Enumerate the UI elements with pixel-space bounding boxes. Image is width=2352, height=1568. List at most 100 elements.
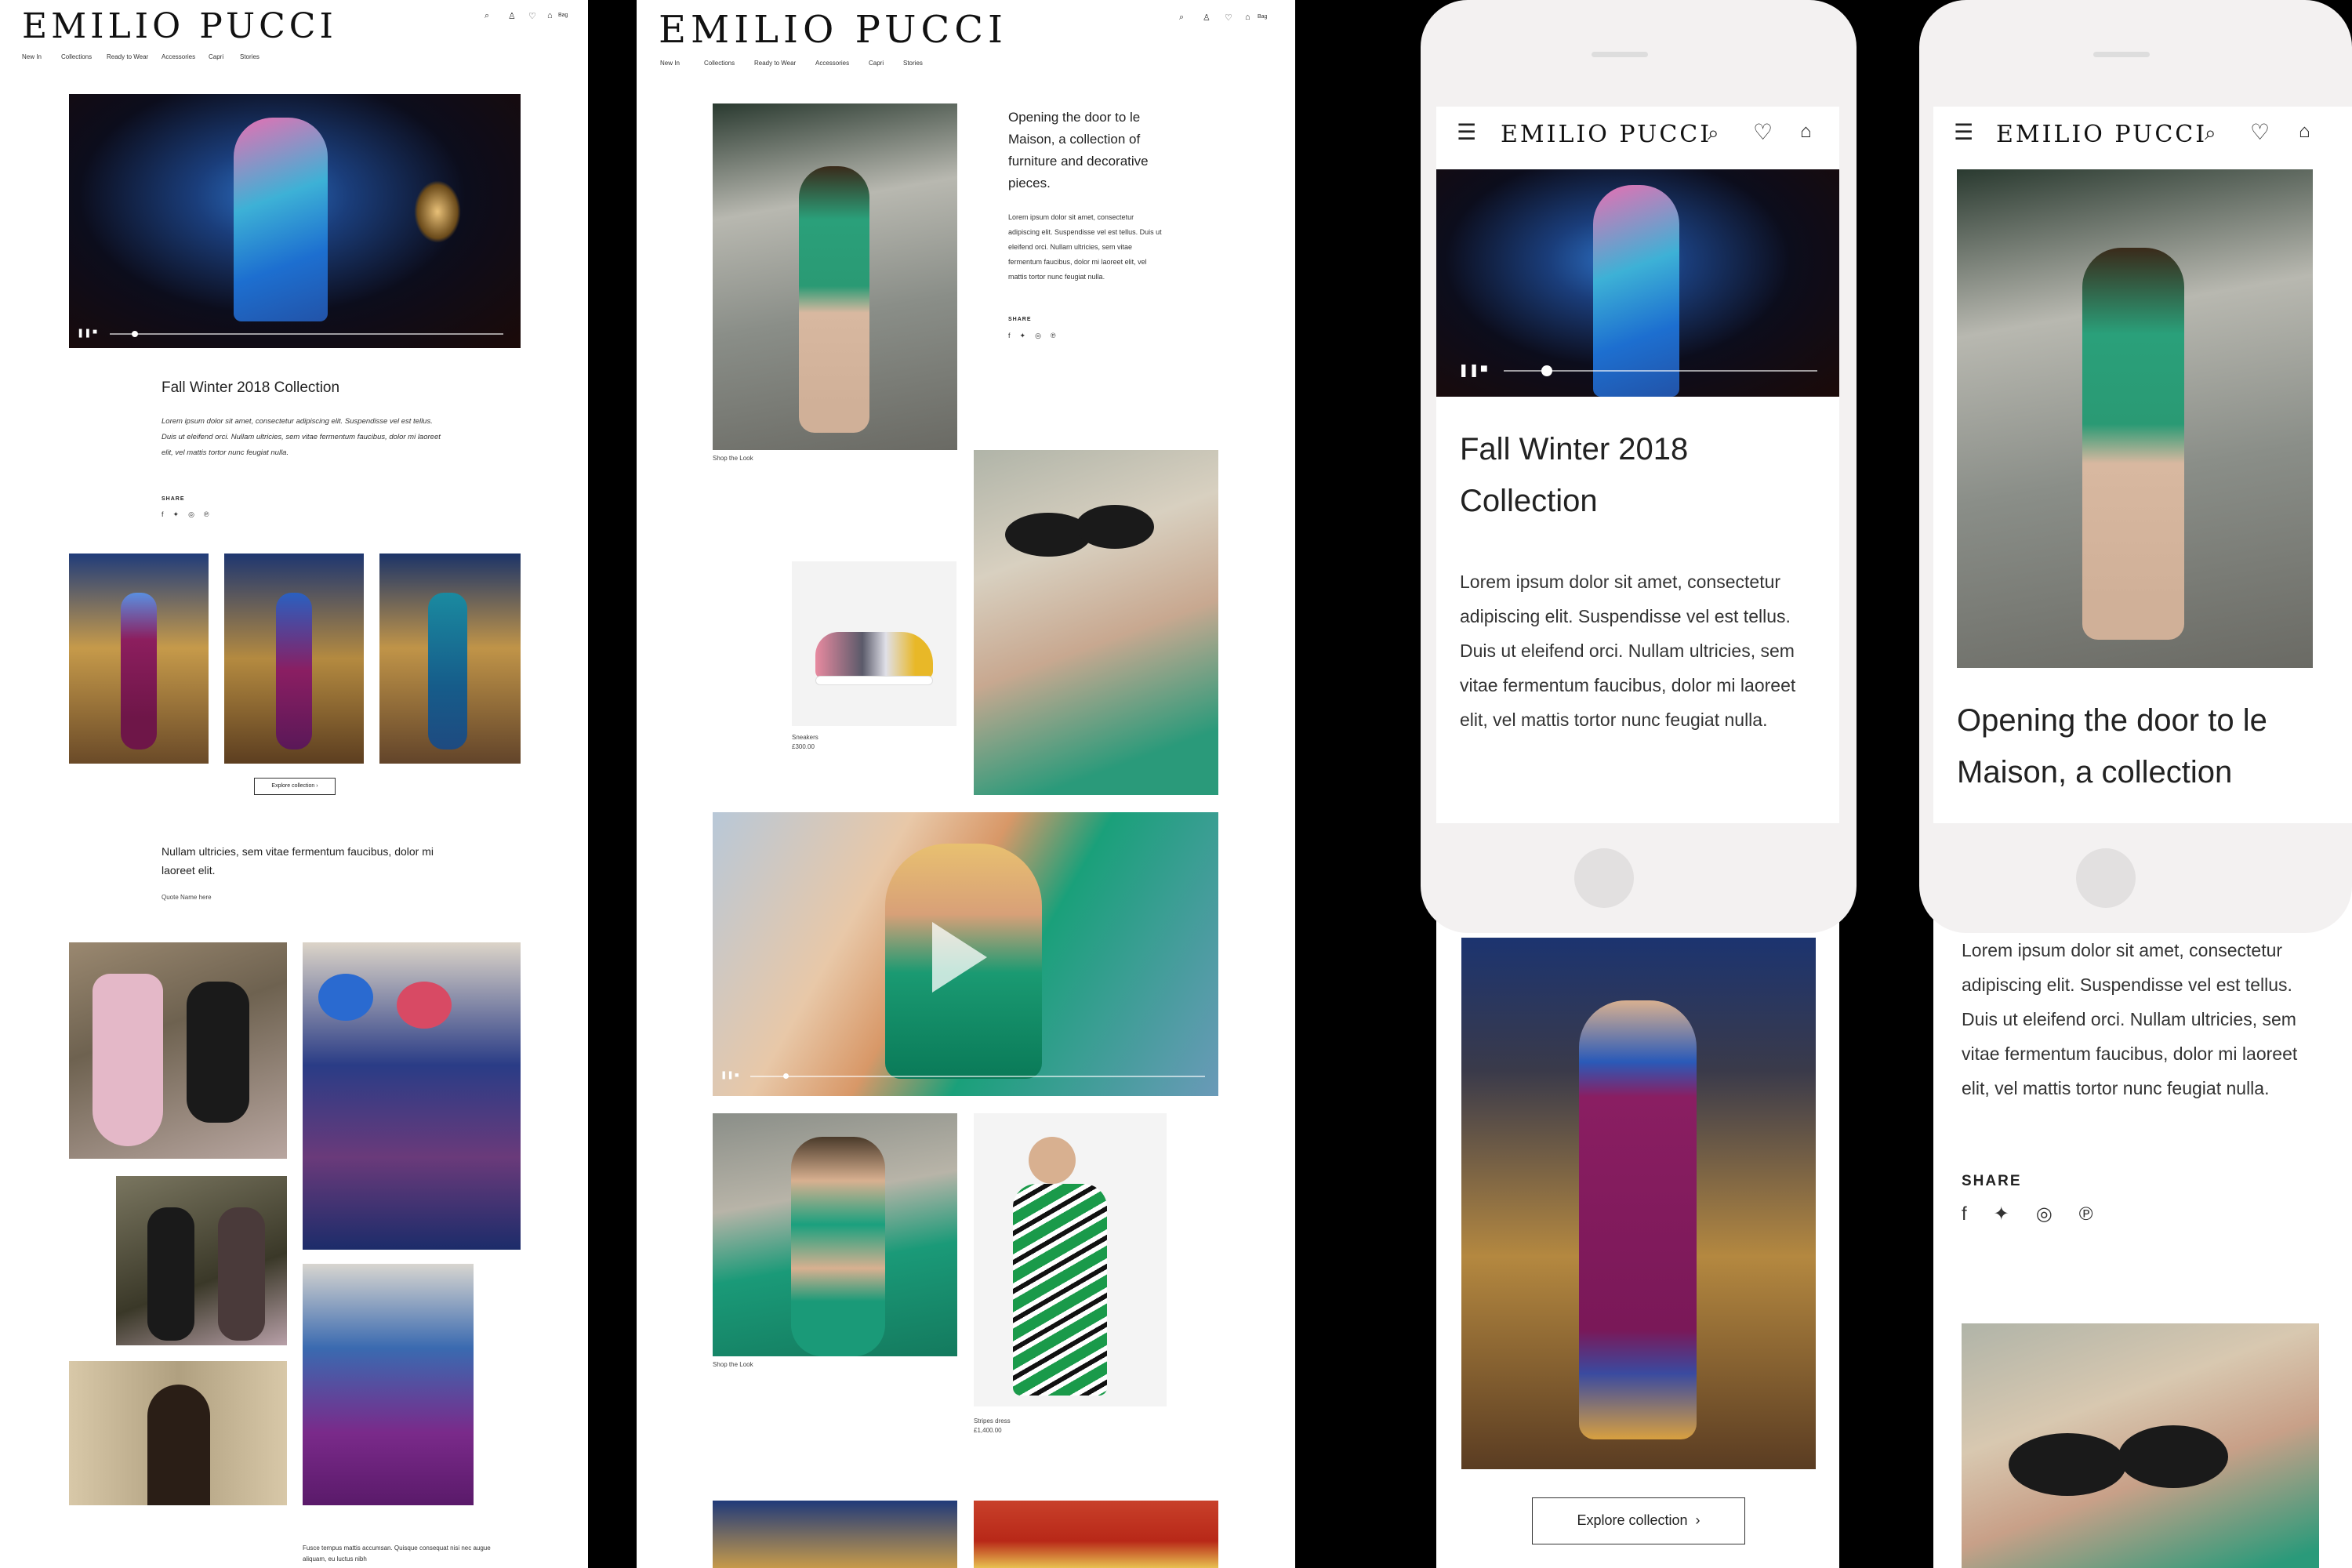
sneakers-product-image[interactable] (792, 561, 956, 726)
explore-collection-button[interactable]: Explore collection › (254, 778, 336, 795)
search-icon[interactable]: ⌕ (1708, 121, 1719, 146)
next-photo-2[interactable] (974, 1501, 1218, 1568)
twitter-icon[interactable]: ✦ (1020, 332, 1026, 340)
share-icons: f ✦ ◎ ℗ (162, 506, 219, 521)
play-icon[interactable] (932, 922, 987, 993)
bag-icon[interactable]: ⌂ (547, 11, 553, 20)
pause-icon[interactable]: ❚❚ (1458, 362, 1479, 378)
nav-accessories[interactable]: Accessories (815, 60, 849, 67)
phone-speaker (2093, 52, 2150, 57)
instagram-icon[interactable]: ◎ (1035, 332, 1041, 340)
stop-icon[interactable]: ■ (735, 1071, 739, 1079)
hero-video[interactable]: ❚❚ ■ (69, 94, 521, 348)
pinterest-icon[interactable]: ℗ (2079, 1203, 2093, 1225)
video-progress[interactable] (750, 1076, 1205, 1077)
search-icon[interactable]: ⌕ (1179, 13, 1184, 23)
nav-new-in[interactable]: New In (660, 60, 680, 67)
twitter-icon[interactable]: ✦ (173, 510, 180, 519)
share-label: SHARE (1962, 1173, 2022, 1189)
bag-label[interactable]: Bag (558, 13, 568, 18)
shop-look-link[interactable]: Shop the Look (713, 1361, 753, 1368)
runway-look-2[interactable] (224, 554, 364, 764)
bag-icon[interactable]: ⌂ (1245, 13, 1250, 22)
nav-ready-to-wear[interactable]: Ready to Wear (754, 60, 796, 67)
home-button[interactable] (2076, 848, 2136, 908)
mobile-views: Explore collection › ☰ EMILIO PUCCI ⌕ ♡ … (1421, 0, 2352, 1568)
menu-icon[interactable]: ☰ (1457, 119, 1476, 145)
instagram-icon[interactable]: ◎ (2036, 1203, 2053, 1225)
nav-capri[interactable]: Capri (209, 53, 223, 60)
facebook-icon[interactable]: f (1008, 332, 1011, 339)
twitter-icon[interactable]: ✦ (1994, 1203, 2009, 1225)
stripes-dress-image[interactable] (974, 1113, 1167, 1406)
building-photo[interactable] (1957, 169, 2313, 668)
model-green-outfit (799, 166, 869, 433)
sunglasses-portrait[interactable] (1962, 1323, 2319, 1568)
dress-price: £1,400.00 (974, 1427, 1002, 1434)
nav-new-in[interactable]: New In (22, 53, 42, 60)
share-icons: f ✦ ◎ ℗ (1962, 1203, 2092, 1225)
heart-icon[interactable]: ♡ (1753, 119, 1773, 145)
heart-icon[interactable]: ♡ (528, 11, 536, 21)
runway-look-1[interactable] (69, 554, 209, 764)
bag-icon[interactable]: ⌂ (2299, 121, 2310, 143)
editorial-photo-3[interactable] (116, 1176, 287, 1345)
sunglasses-portrait[interactable] (974, 450, 1218, 795)
facebook-icon[interactable]: f (162, 510, 164, 518)
brand-logo[interactable]: EMILIO PUCCI (1501, 121, 1711, 148)
explore-collection-button[interactable]: Explore collection › (1532, 1497, 1745, 1544)
editorial-photo-2[interactable] (303, 942, 521, 1250)
sneakers-name[interactable]: Sneakers (792, 734, 818, 741)
runway-look-3[interactable] (379, 554, 521, 764)
instagram-icon[interactable]: ◎ (188, 510, 194, 519)
editorial-photo-5[interactable] (69, 1361, 287, 1505)
video-progress[interactable] (110, 333, 503, 335)
bag-icon[interactable]: ⌂ (1800, 121, 1812, 143)
stop-icon[interactable]: ■ (1480, 362, 1488, 376)
pause-icon[interactable]: ❚❚ (720, 1071, 734, 1080)
user-icon[interactable]: ♙ (1203, 13, 1210, 23)
collection-body: Lorem ipsum dolor sit amet, consectetur … (162, 417, 441, 457)
brand-logo[interactable]: EMILIO PUCCI (22, 6, 337, 46)
brand-logo[interactable]: EMILIO PUCCI (659, 8, 1007, 52)
building-photo[interactable] (713, 103, 957, 450)
progress-handle[interactable] (1541, 365, 1552, 376)
nav-stories[interactable]: Stories (240, 53, 260, 60)
search-icon[interactable]: ⌕ (485, 11, 489, 21)
user-icon[interactable]: ♙ (508, 11, 516, 21)
search-icon[interactable]: ⌕ (2205, 121, 2216, 146)
next-photo-1[interactable] (713, 1501, 957, 1568)
campaign-video[interactable]: ❚❚ ■ (713, 812, 1218, 1096)
pinterest-icon[interactable]: ℗ (1051, 332, 1056, 339)
heart-icon[interactable]: ♡ (1225, 13, 1232, 23)
pinterest-icon[interactable]: ℗ (204, 510, 209, 518)
bag-label[interactable]: Bag (1258, 14, 1267, 20)
nav-capri[interactable]: Capri (869, 60, 884, 67)
hero-video[interactable]: ❚❚ ■ (1436, 169, 1839, 397)
nav-collections[interactable]: Collections (704, 60, 735, 67)
intro-title: Opening the door to le Maison, a collect… (1008, 110, 1149, 191)
nav-stories[interactable]: Stories (903, 60, 923, 67)
brand-logo[interactable]: EMILIO PUCCI (1996, 121, 2207, 148)
pause-icon[interactable]: ❚❚ (77, 328, 91, 338)
model-print-look (218, 1207, 265, 1341)
menu-icon[interactable]: ☰ (1954, 119, 1973, 145)
sneakers-price: £300.00 (792, 743, 815, 750)
stop-icon[interactable]: ■ (93, 328, 97, 336)
green-jacket-photo[interactable] (713, 1113, 957, 1356)
nav-collections[interactable]: Collections (61, 53, 92, 60)
progress-handle[interactable] (783, 1073, 789, 1079)
runway-photo[interactable] (1461, 938, 1816, 1469)
heart-icon[interactable]: ♡ (2250, 119, 2270, 145)
nav-ready-to-wear[interactable]: Ready to Wear (107, 53, 148, 60)
editorial-photo-4[interactable] (303, 1264, 474, 1505)
facebook-icon[interactable]: f (1962, 1203, 1967, 1225)
phone-frame-1: ☰ EMILIO PUCCI ⌕ ♡ ⌂ ❚❚ ■ Fall Winter 20… (1421, 0, 1857, 933)
share-label: SHARE (162, 496, 185, 502)
dress-name[interactable]: Stripes dress (974, 1417, 1011, 1425)
shop-look-link[interactable]: Shop the Look (713, 455, 753, 462)
progress-handle[interactable] (132, 331, 138, 337)
home-button[interactable] (1574, 848, 1634, 908)
nav-accessories[interactable]: Accessories (162, 53, 195, 60)
editorial-photo-1[interactable] (69, 942, 287, 1159)
